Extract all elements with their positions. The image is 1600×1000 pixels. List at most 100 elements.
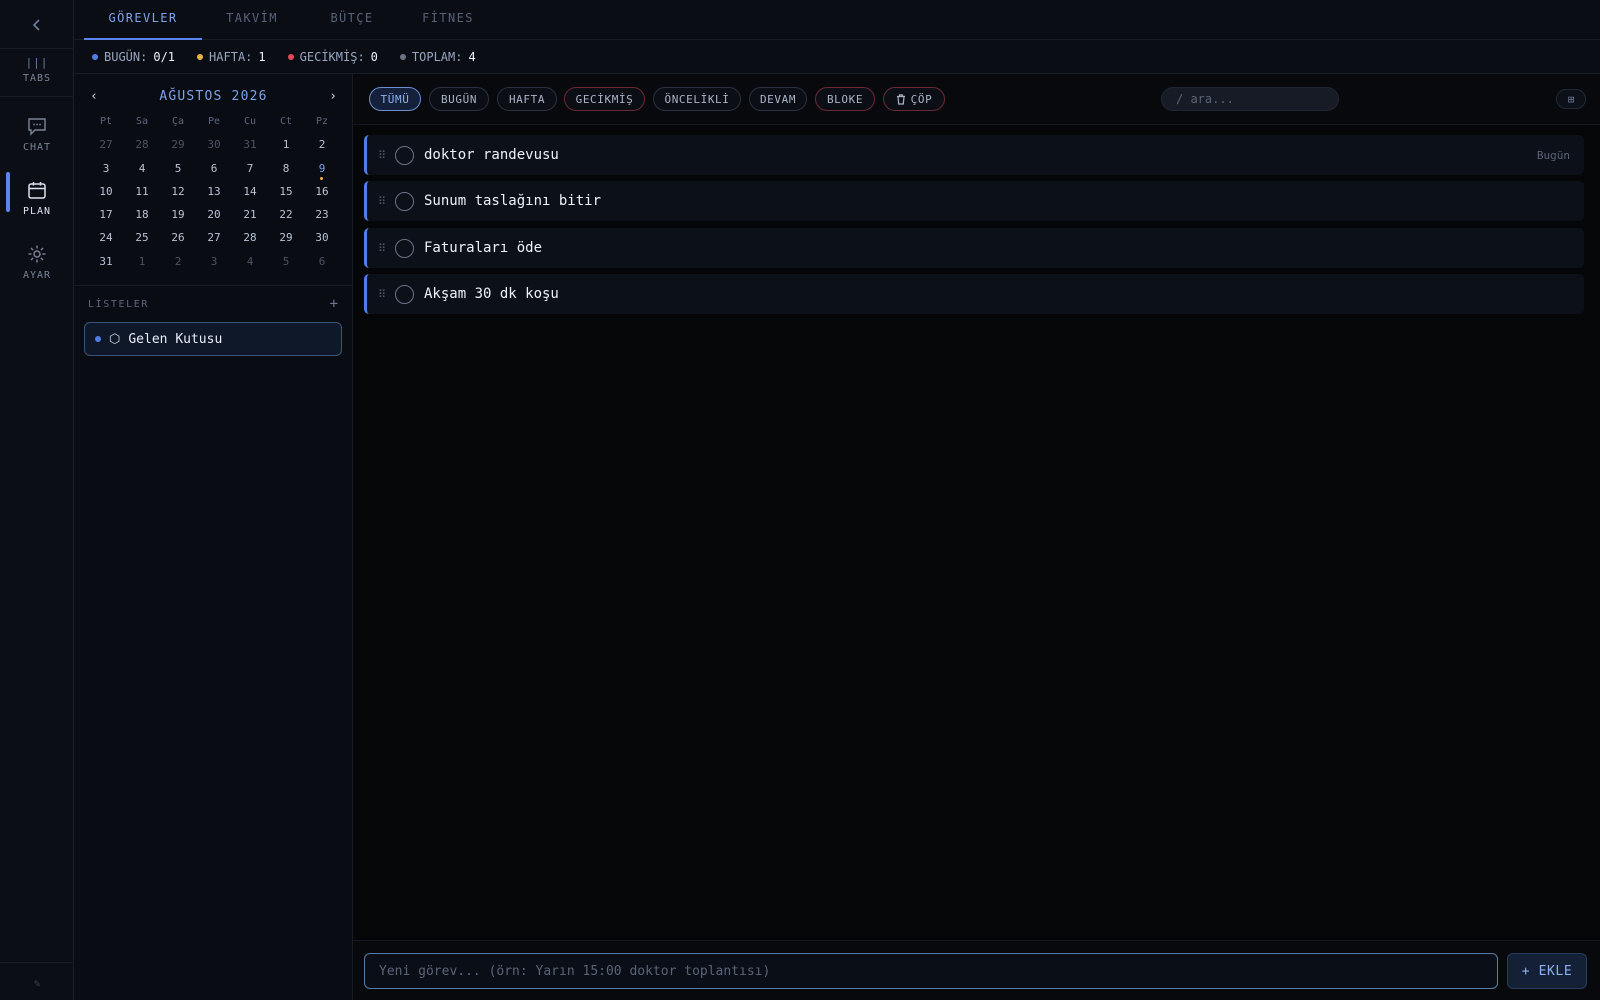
filter-oncelikli[interactable]: ÖNCELİKLİ: [653, 87, 741, 111]
weekday-label: Ct: [279, 116, 293, 127]
rail-item-plan[interactable]: PLAN: [0, 168, 74, 230]
calendar-day[interactable]: 20: [196, 203, 232, 226]
calendar-day[interactable]: 2: [160, 250, 196, 273]
filter-cop-label: ÇÖP: [910, 92, 933, 106]
calendar-day[interactable]: 21: [232, 203, 268, 226]
calendar-day[interactable]: 17: [88, 203, 124, 226]
rail-item-ayar[interactable]: AYAR: [0, 244, 74, 281]
filter-bloke[interactable]: BLOKE: [815, 87, 875, 111]
calendar-day[interactable]: 2: [304, 133, 340, 156]
calendar-day[interactable]: 1: [268, 133, 304, 156]
filter-tumu[interactable]: TÜMÜ: [369, 87, 421, 111]
tab-butce[interactable]: BÜTÇE: [314, 0, 390, 40]
calendar-day[interactable]: 29: [160, 133, 196, 156]
calendar-prev-button[interactable]: ‹: [86, 89, 102, 104]
task-checkbox[interactable]: [395, 284, 414, 304]
calendar-day[interactable]: 14: [232, 180, 268, 203]
tab-gorevler[interactable]: GÖREVLER: [84, 0, 202, 40]
add-task-button[interactable]: + EKLE: [1507, 953, 1587, 989]
calendar-day[interactable]: 28: [232, 226, 268, 249]
calendar-day[interactable]: 5: [268, 250, 304, 273]
rail-item-chat[interactable]: CHAT: [0, 117, 74, 153]
calendar-next-button[interactable]: ›: [325, 89, 341, 104]
calendar-day[interactable]: 23: [304, 203, 340, 226]
add-list-button[interactable]: +: [330, 296, 338, 312]
calendar-day[interactable]: 12: [160, 180, 196, 203]
calendar-day[interactable]: 30: [196, 133, 232, 156]
calendar-day[interactable]: 6: [304, 250, 340, 273]
calendar-day[interactable]: 1: [124, 250, 160, 273]
drag-handle-icon[interactable]: ⠿: [371, 242, 393, 255]
calendar-day[interactable]: 3: [196, 250, 232, 273]
task-row[interactable]: ⠿ Sunum taslağını bitir: [364, 181, 1584, 221]
filter-cop[interactable]: ÇÖP: [883, 87, 945, 111]
calendar-day[interactable]: 4: [124, 157, 160, 180]
calendar-day[interactable]: 29: [268, 226, 304, 249]
calendar-day[interactable]: 30: [304, 226, 340, 249]
calendar-day[interactable]: 18: [124, 203, 160, 226]
task-due: Bugün: [1536, 148, 1570, 162]
rail-item-tabs[interactable]: ||| TABS: [0, 56, 74, 84]
calendar-day[interactable]: 22: [268, 203, 304, 226]
collapse-button[interactable]: [0, 12, 74, 38]
drag-handle-icon[interactable]: ⠿: [371, 149, 393, 162]
new-task-input[interactable]: Yeni görev... (örn: Yarın 15:00 doktor t…: [364, 953, 1498, 989]
task-title: Faturaları öde: [424, 240, 543, 256]
task-checkbox[interactable]: [395, 145, 414, 165]
task-checkbox[interactable]: [395, 238, 414, 258]
status-dot: [197, 53, 204, 60]
calendar-day[interactable]: 6: [196, 157, 232, 180]
filter-devam[interactable]: DEVAM: [749, 87, 807, 111]
calendar-day[interactable]: 19: [160, 203, 196, 226]
task-row[interactable]: ⠿ Faturaları öde: [364, 228, 1584, 268]
calendar-day[interactable]: 31: [88, 250, 124, 273]
list-item-label: Gelen Kutusu: [128, 331, 223, 347]
task-title: Sunum taslağını bitir: [424, 193, 602, 209]
list-item-gelen-kutusu[interactable]: ⬡ Gelen Kutusu: [84, 322, 342, 356]
calendar-day[interactable]: 15: [268, 180, 304, 203]
search-input[interactable]: / ara...: [1161, 87, 1339, 111]
task-row[interactable]: ⠿ Akşam 30 dk koşu: [364, 274, 1584, 314]
stat-label: TOPLAM:: [411, 49, 463, 64]
calendar-day[interactable]: 24: [88, 226, 124, 249]
calendar-day[interactable]: 8: [268, 157, 304, 180]
calendar-day-today[interactable]: 9: [304, 157, 340, 181]
calendar-day[interactable]: 27: [88, 133, 124, 156]
inbox-icon: ⬡: [109, 331, 121, 347]
filter-gecikmis[interactable]: GECİKMİŞ: [564, 87, 645, 111]
calendar-day[interactable]: 31: [232, 133, 268, 156]
gear-icon: [28, 245, 46, 263]
stat-bugun: BUGÜN: 0/1: [92, 50, 175, 64]
stat-value: 1: [258, 49, 266, 64]
task-row[interactable]: ⠿ doktor randevusu Bugün: [364, 135, 1584, 175]
filter-bugun[interactable]: BUGÜN: [429, 87, 489, 111]
calendar-day[interactable]: 10: [88, 180, 124, 203]
calendar-day[interactable]: 13: [196, 180, 232, 203]
side-panel: ‹ AĞUSTOS 2026 › Pt Sa Ça Pe Cu Ct Pz 27 28 29 30 3…: [74, 74, 353, 1000]
calendar-day[interactable]: 5: [160, 157, 196, 180]
rail-item-label: AYAR: [22, 270, 52, 281]
lists-header: LİSTELER +: [88, 296, 338, 312]
task-checkbox[interactable]: [395, 191, 414, 211]
calendar-grid: Pt Sa Ça Pe Cu Ct Pz 27 28 29 30 31 1 2 3 4 5 6 7 8 9 10 11 12 1…: [88, 110, 340, 273]
drag-handle-icon[interactable]: ⠿: [371, 195, 393, 208]
weekday-label: Pe: [207, 116, 221, 127]
calendar-day[interactable]: 7: [232, 157, 268, 180]
edit-icon[interactable]: ✎: [0, 977, 74, 990]
drag-handle-icon[interactable]: ⠿: [371, 288, 393, 301]
calendar-day[interactable]: 3: [88, 157, 124, 180]
calendar-day[interactable]: 26: [160, 226, 196, 249]
calendar-day[interactable]: 4: [232, 250, 268, 273]
rail-item-label: TABS: [22, 73, 52, 84]
grid-view-toggle[interactable]: ⊞: [1556, 89, 1586, 109]
tab-fitnes[interactable]: FİTNES: [408, 0, 488, 40]
calendar-day[interactable]: 11: [124, 180, 160, 203]
task-title: Akşam 30 dk koşu: [424, 286, 559, 302]
calendar-day[interactable]: 27: [196, 226, 232, 249]
filter-hafta[interactable]: HAFTA: [497, 87, 557, 111]
stats-bar: BUGÜN: 0/1 HAFTA: 1 GECİKMİŞ: 0 TOPLAM: …: [74, 40, 1600, 74]
calendar-day[interactable]: 16: [304, 180, 340, 203]
tab-takvim[interactable]: TAKVİM: [210, 0, 294, 40]
calendar-day[interactable]: 28: [124, 133, 160, 156]
calendar-day[interactable]: 25: [124, 226, 160, 249]
